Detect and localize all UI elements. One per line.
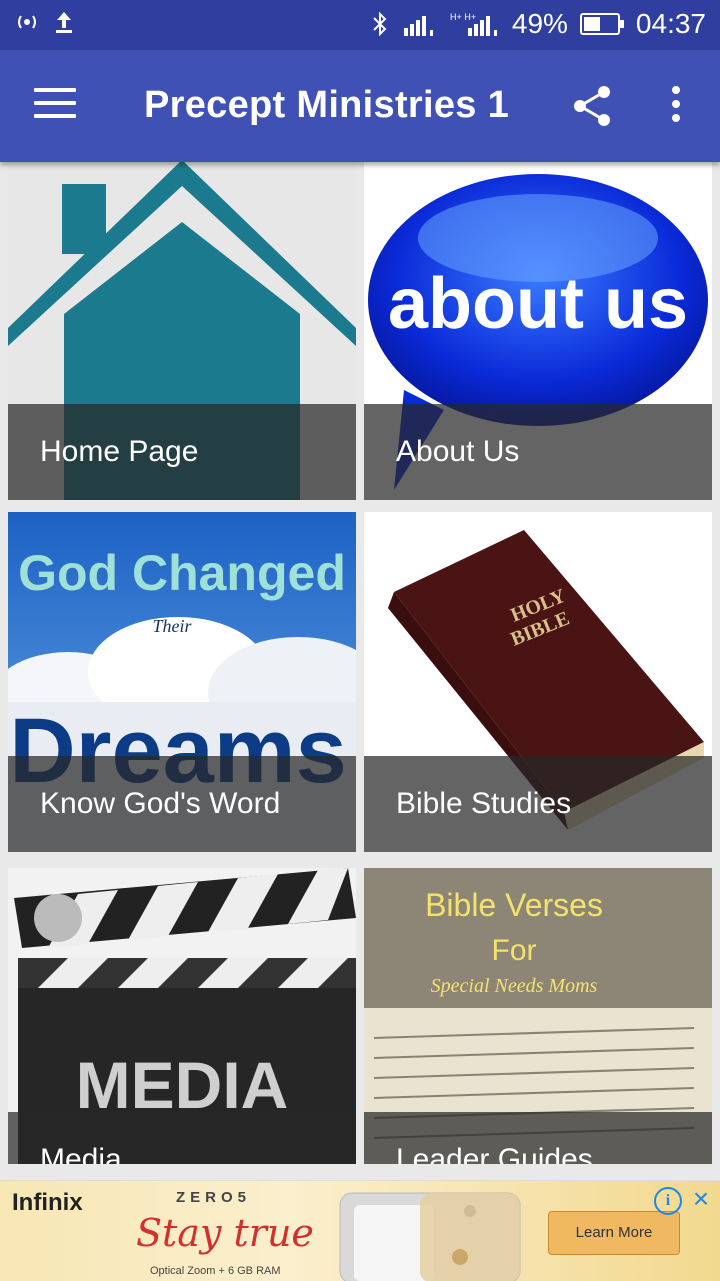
svg-text:about us: about us bbox=[388, 264, 688, 344]
svg-text:For: For bbox=[492, 934, 537, 967]
tile-label: Leader Guides bbox=[364, 1112, 712, 1164]
ad-info-icon[interactable]: i bbox=[654, 1187, 682, 1215]
ad-subtext: Optical Zoom + 6 GB RAM bbox=[150, 1265, 281, 1277]
menu-icon[interactable] bbox=[34, 88, 76, 124]
signal-sim1-icon bbox=[402, 10, 438, 38]
menu-grid: Home Page about us About Us God Changed … bbox=[0, 162, 720, 1164]
svg-text:MEDIA: MEDIA bbox=[76, 1048, 289, 1122]
tile-label: Know God's Word bbox=[8, 756, 356, 852]
upload-icon bbox=[54, 10, 74, 34]
tile-label: Bible Studies bbox=[364, 756, 712, 852]
ad-banner[interactable]: Infinix ZERO5 Stay true Optical Zoom + 6… bbox=[0, 1180, 720, 1281]
tile-home-page[interactable]: Home Page bbox=[8, 162, 356, 500]
ad-close-icon[interactable]: × bbox=[688, 1185, 714, 1213]
ad-brand: Infinix bbox=[12, 1189, 83, 1216]
tile-bible-studies[interactable]: HOLY BIBLE Bible Studies bbox=[364, 512, 712, 852]
svg-text:H+ H+: H+ H+ bbox=[450, 12, 476, 22]
tile-know-gods-word[interactable]: God Changed Their Dreams Know God's Word bbox=[8, 512, 356, 852]
phone-image bbox=[339, 1192, 521, 1281]
tile-label: About Us bbox=[364, 404, 712, 500]
app-bar: Precept Ministries 1 bbox=[0, 50, 720, 162]
tile-label: Home Page bbox=[8, 404, 356, 500]
share-icon[interactable] bbox=[570, 84, 614, 128]
clock: 04:37 bbox=[635, 8, 706, 39]
svg-text:Bible Verses: Bible Verses bbox=[425, 887, 603, 923]
bluetooth-icon bbox=[370, 10, 390, 38]
tile-media[interactable]: MEDIA Media bbox=[8, 868, 356, 1164]
tile-label: Media bbox=[8, 1112, 356, 1164]
learn-more-button[interactable]: Learn More bbox=[548, 1211, 680, 1255]
battery-percent: 49% bbox=[511, 8, 568, 39]
more-options-icon[interactable] bbox=[668, 86, 684, 130]
svg-text:Their: Their bbox=[152, 616, 192, 636]
status-bar: H+ H+ 49% 04:37 bbox=[0, 0, 720, 50]
page-title: Precept Ministries 1 bbox=[144, 84, 510, 126]
hotspot-icon bbox=[14, 12, 40, 32]
signal-sim2-icon: H+ H+ bbox=[450, 10, 500, 38]
ad-product: ZERO5 bbox=[176, 1189, 252, 1206]
svg-text:God Changed: God Changed bbox=[18, 545, 346, 601]
tile-leader-guides[interactable]: Bible Verses For Special Needs Moms Lead… bbox=[364, 868, 712, 1164]
battery-icon bbox=[579, 13, 624, 35]
ad-tagline: Stay true bbox=[136, 1211, 314, 1255]
tile-about-us[interactable]: about us About Us bbox=[364, 162, 712, 500]
svg-text:Special Needs Moms: Special Needs Moms bbox=[431, 975, 598, 997]
